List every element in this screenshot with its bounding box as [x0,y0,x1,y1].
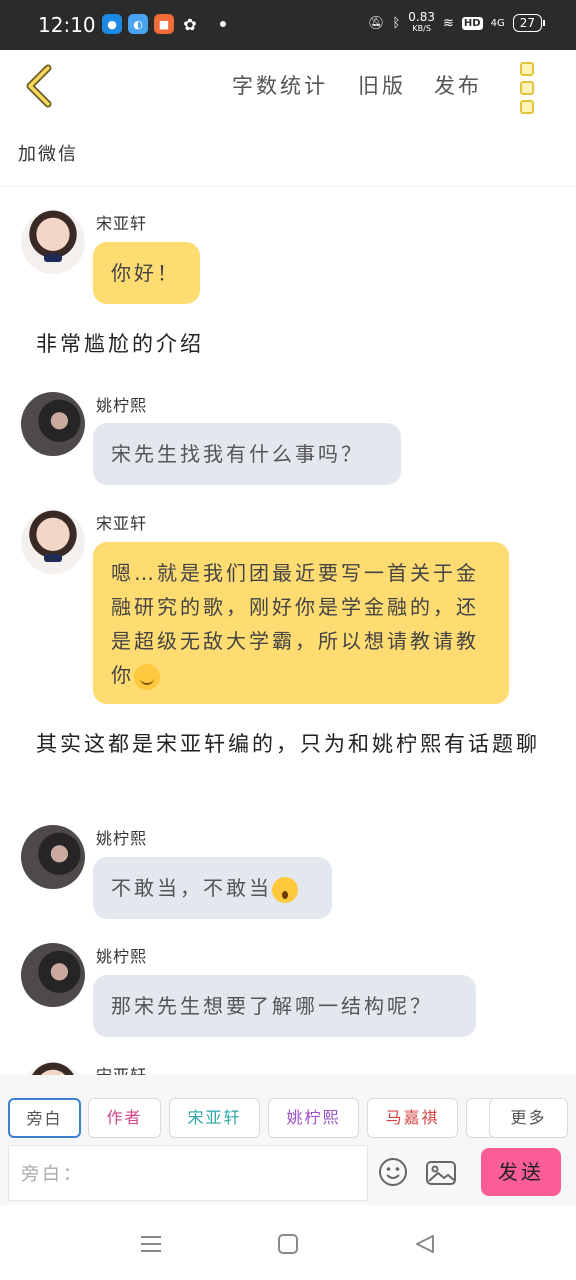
back-nav-icon[interactable] [414,1233,436,1255]
publish-button[interactable]: 发布 [434,70,482,100]
smile-emoji-icon [134,663,160,690]
narration-text[interactable]: 其实这都是宋亚轩编的，只为和姚柠熙有话题聊 [36,727,546,761]
avatar[interactable] [21,943,85,1007]
app-notification-icon: ● [102,14,122,34]
dialogue-input[interactable]: 旁白： [8,1145,368,1201]
wechat-icon: ✿ [183,14,197,34]
signal-icon: 4G [490,17,505,29]
message-bubble[interactable]: 你好！ [93,242,200,304]
composer-panel: 旁白 作者 宋亚轩 姚柠熙 马嘉祺 更多 旁白： 发送 [0,1075,576,1205]
message-bubble[interactable]: 嗯…就是我们团最近要写一首关于金融研究的歌，刚好你是学金融的，还是超级无敌大学霸… [93,542,509,704]
wifi-icon: ≋ [443,15,454,31]
status-time: 12:10 [38,13,96,37]
message-bubble[interactable]: 宋先生找我有什么事吗？ [93,423,401,485]
home-icon[interactable] [277,1233,299,1255]
character-chip-yao[interactable]: 姚柠熙 [268,1098,359,1138]
narration-text[interactable]: 非常尴尬的介绍 [36,327,546,361]
character-chip-ma[interactable]: 马嘉祺 [367,1098,458,1138]
divider [0,186,576,187]
status-notification-icons: ● ◐ ■ ✿ [102,14,226,34]
speaker-name: 姚柠熙 [96,396,148,415]
message-bubble[interactable]: 不敢当，不敢当 [93,857,332,919]
message-text: 不敢当，不敢当 [111,876,272,900]
avatar[interactable] [21,510,85,574]
battery-icon: 27 [512,14,546,32]
mute-icon: 🔕︎ [367,15,385,31]
chapter-title[interactable]: 加微信 [18,140,78,166]
speaker-name: 姚柠熙 [96,829,148,848]
send-button[interactable]: 发送 [481,1148,561,1196]
app-notification-icon: ■ [154,14,174,34]
status-right: 🔕︎ ᛒ 0.83 KB/S ≋ HD 4G 27 [367,10,546,34]
app-notification-icon: ◐ [128,14,148,34]
speaker-name: 宋亚轩 [96,214,148,233]
recent-apps-icon[interactable] [140,1233,162,1255]
avatar[interactable] [21,825,85,889]
emoji-picker-icon[interactable] [378,1157,408,1187]
character-chip-author[interactable]: 作者 [88,1098,161,1138]
message-text: 嗯…就是我们团最近要写一首关于金融研究的歌，刚好你是学金融的，还是超级无敌大学霸… [111,561,479,687]
top-toolbar: 字数统计 旧版 发布 [0,50,576,122]
message-bubble[interactable]: 那宋先生想要了解哪一结构呢？ [93,975,476,1037]
status-bar: 12:10 ● ◐ ■ ✿ 🔕︎ ᛒ 0.83 KB/S ≋ HD 4G 27 [0,0,576,50]
more-notifications-dot [220,21,226,27]
chat-area[interactable]: 宋亚轩 你好！ 非常尴尬的介绍 姚柠熙 宋先生找我有什么事吗？ 宋亚轩 嗯…就是… [0,200,576,1075]
speaker-name: 姚柠熙 [96,947,148,966]
speaker-name: 宋亚轩 [96,1062,147,1075]
more-menu-icon[interactable] [520,62,540,114]
word-count-button[interactable]: 字数统计 [232,70,328,100]
surprised-emoji-icon [272,876,298,903]
network-speed: 0.83 KB/S [408,10,436,33]
avatar[interactable] [21,392,85,456]
character-chip-song[interactable]: 宋亚轩 [169,1098,260,1138]
old-version-button[interactable]: 旧版 [358,70,406,100]
bluetooth-icon: ᛒ [392,15,401,31]
system-navigation-bar [0,1205,576,1280]
avatar[interactable] [21,210,85,274]
character-chip-narrator[interactable]: 旁白 [8,1098,81,1138]
avatar[interactable] [21,1062,85,1075]
speaker-name: 宋亚轩 [96,514,148,533]
hd-icon: HD [461,16,483,30]
image-picker-icon[interactable] [425,1159,457,1187]
more-characters-button[interactable]: 更多 [489,1098,568,1138]
back-arrow-icon[interactable] [22,64,56,108]
